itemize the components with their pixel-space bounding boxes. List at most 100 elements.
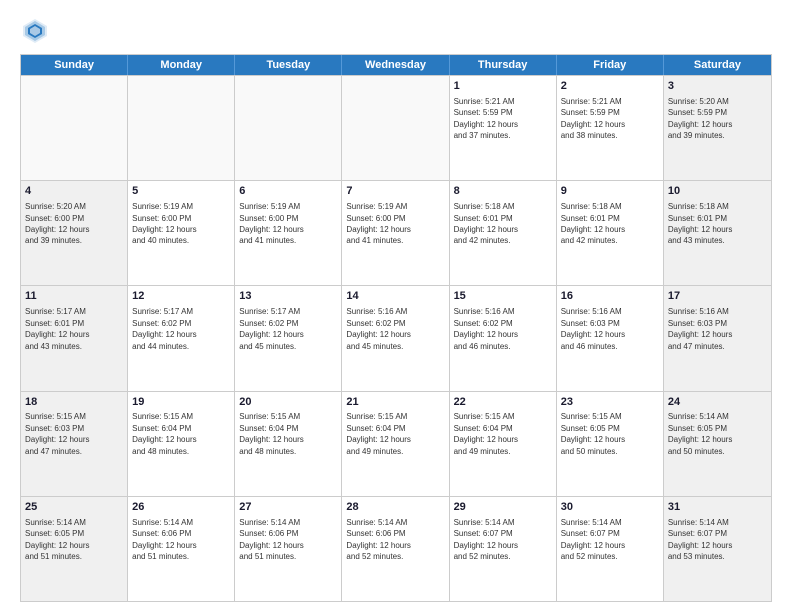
cal-cell: 23Sunrise: 5:15 AM Sunset: 6:05 PM Dayli… <box>557 392 664 496</box>
week-row-4: 18 Sunrise: 5:15 AM Sunset: 6:03 PM Dayli… <box>21 391 771 496</box>
logo <box>20 16 54 46</box>
cell-info: Sunrise: 5:17 AM Sunset: 6:02 PM Dayligh… <box>132 307 196 350</box>
weekday-header-wednesday: Wednesday <box>342 55 449 75</box>
day-number: 14 <box>346 289 444 304</box>
cell-info: Sunrise: 5:16 AM Sunset: 6:02 PM Dayligh… <box>346 307 410 350</box>
cal-cell: 19Sunrise: 5:15 AM Sunset: 6:04 PM Dayli… <box>128 392 235 496</box>
day-number: 5 <box>132 184 230 199</box>
cal-cell <box>21 76 128 180</box>
cell-info: Sunrise: 5:15 AM Sunset: 6:04 PM Dayligh… <box>454 412 518 455</box>
week-row-2: 4 Sunrise: 5:20 AM Sunset: 6:00 PM Daylig… <box>21 180 771 285</box>
page: SundayMondayTuesdayWednesdayThursdayFrid… <box>0 0 792 612</box>
day-number: 27 <box>239 500 337 515</box>
day-number: 6 <box>239 184 337 199</box>
week-row-3: 11Sunrise: 5:17 AM Sunset: 6:01 PM Dayli… <box>21 285 771 390</box>
cal-cell: 13 Sunrise: 5:17 AM Sunset: 6:02 PM Dayli… <box>235 286 342 390</box>
day-number: 21 <box>346 395 444 410</box>
cal-cell <box>342 76 449 180</box>
day-number: 17 <box>668 289 767 304</box>
day-number: 30 <box>561 500 659 515</box>
cell-info: Sunrise: 5:19 AM Sunset: 6:00 PM Dayligh… <box>132 202 196 245</box>
cal-cell: 18 Sunrise: 5:15 AM Sunset: 6:03 PM Dayli… <box>21 392 128 496</box>
weekday-header-tuesday: Tuesday <box>235 55 342 75</box>
cal-cell: 24 Sunrise: 5:14 AM Sunset: 6:05 PM Dayli… <box>664 392 771 496</box>
cal-cell: 5 Sunrise: 5:19 AM Sunset: 6:00 PM Daylig… <box>128 181 235 285</box>
day-number: 3 <box>668 79 767 94</box>
day-number: 28 <box>346 500 444 515</box>
cal-cell: 16 Sunrise: 5:16 AM Sunset: 6:03 PM Dayli… <box>557 286 664 390</box>
cal-cell: 9 Sunrise: 5:18 AM Sunset: 6:01 PM Daylig… <box>557 181 664 285</box>
day-number: 25 <box>25 500 123 515</box>
calendar: SundayMondayTuesdayWednesdayThursdayFrid… <box>20 54 772 602</box>
cal-cell: 6 Sunrise: 5:19 AM Sunset: 6:00 PM Daylig… <box>235 181 342 285</box>
day-number: 20 <box>239 395 337 410</box>
week-row-5: 25 Sunrise: 5:14 AM Sunset: 6:05 PM Dayli… <box>21 496 771 601</box>
day-number: 1 <box>454 79 552 94</box>
cal-cell: 29Sunrise: 5:14 AM Sunset: 6:07 PM Dayli… <box>450 497 557 601</box>
day-number: 10 <box>668 184 767 199</box>
cell-info: Sunrise: 5:14 AM Sunset: 6:07 PM Dayligh… <box>668 518 732 561</box>
cell-info: Sunrise: 5:14 AM Sunset: 6:06 PM Dayligh… <box>132 518 196 561</box>
cell-info: Sunrise: 5:17 AM Sunset: 6:01 PM Dayligh… <box>25 307 89 350</box>
cal-cell: 21Sunrise: 5:15 AM Sunset: 6:04 PM Dayli… <box>342 392 449 496</box>
cell-info: Sunrise: 5:21 AM Sunset: 5:59 PM Dayligh… <box>454 97 518 140</box>
cal-cell: 30 Sunrise: 5:14 AM Sunset: 6:07 PM Dayli… <box>557 497 664 601</box>
day-number: 8 <box>454 184 552 199</box>
header <box>20 16 772 46</box>
week-row-1: 1 Sunrise: 5:21 AM Sunset: 5:59 PM Daylig… <box>21 75 771 180</box>
weekday-header-friday: Friday <box>557 55 664 75</box>
day-number: 22 <box>454 395 552 410</box>
cal-cell <box>235 76 342 180</box>
day-number: 24 <box>668 395 767 410</box>
cal-cell: 4 Sunrise: 5:20 AM Sunset: 6:00 PM Daylig… <box>21 181 128 285</box>
cell-info: Sunrise: 5:18 AM Sunset: 6:01 PM Dayligh… <box>454 202 518 245</box>
cell-info: Sunrise: 5:18 AM Sunset: 6:01 PM Dayligh… <box>561 202 625 245</box>
day-number: 4 <box>25 184 123 199</box>
cell-info: Sunrise: 5:14 AM Sunset: 6:06 PM Dayligh… <box>346 518 410 561</box>
cell-info: Sunrise: 5:16 AM Sunset: 6:03 PM Dayligh… <box>561 307 625 350</box>
cell-info: Sunrise: 5:17 AM Sunset: 6:02 PM Dayligh… <box>239 307 303 350</box>
cal-cell: 20 Sunrise: 5:15 AM Sunset: 6:04 PM Dayli… <box>235 392 342 496</box>
cal-cell: 22 Sunrise: 5:15 AM Sunset: 6:04 PM Dayli… <box>450 392 557 496</box>
cell-info: Sunrise: 5:15 AM Sunset: 6:03 PM Dayligh… <box>25 412 89 455</box>
cal-cell: 15 Sunrise: 5:16 AM Sunset: 6:02 PM Dayli… <box>450 286 557 390</box>
weekday-header-monday: Monday <box>128 55 235 75</box>
cell-info: Sunrise: 5:14 AM Sunset: 6:07 PM Dayligh… <box>561 518 625 561</box>
weekday-header-sunday: Sunday <box>21 55 128 75</box>
cell-info: Sunrise: 5:14 AM Sunset: 6:06 PM Dayligh… <box>239 518 303 561</box>
calendar-header: SundayMondayTuesdayWednesdayThursdayFrid… <box>21 55 771 75</box>
cal-cell: 25 Sunrise: 5:14 AM Sunset: 6:05 PM Dayli… <box>21 497 128 601</box>
cal-cell: 10 Sunrise: 5:18 AM Sunset: 6:01 PM Dayli… <box>664 181 771 285</box>
calendar-body: 1 Sunrise: 5:21 AM Sunset: 5:59 PM Daylig… <box>21 75 771 601</box>
day-number: 15 <box>454 289 552 304</box>
day-number: 13 <box>239 289 337 304</box>
cal-cell: 3 Sunrise: 5:20 AM Sunset: 5:59 PM Daylig… <box>664 76 771 180</box>
cell-info: Sunrise: 5:20 AM Sunset: 5:59 PM Dayligh… <box>668 97 732 140</box>
day-number: 26 <box>132 500 230 515</box>
cell-info: Sunrise: 5:19 AM Sunset: 6:00 PM Dayligh… <box>239 202 303 245</box>
cell-info: Sunrise: 5:16 AM Sunset: 6:03 PM Dayligh… <box>668 307 732 350</box>
cal-cell: 17 Sunrise: 5:16 AM Sunset: 6:03 PM Dayli… <box>664 286 771 390</box>
day-number: 18 <box>25 395 123 410</box>
cell-info: Sunrise: 5:15 AM Sunset: 6:05 PM Dayligh… <box>561 412 625 455</box>
cell-info: Sunrise: 5:18 AM Sunset: 6:01 PM Dayligh… <box>668 202 732 245</box>
cal-cell: 14 Sunrise: 5:16 AM Sunset: 6:02 PM Dayli… <box>342 286 449 390</box>
cell-info: Sunrise: 5:14 AM Sunset: 6:05 PM Dayligh… <box>25 518 89 561</box>
cal-cell: 12 Sunrise: 5:17 AM Sunset: 6:02 PM Dayli… <box>128 286 235 390</box>
cal-cell <box>128 76 235 180</box>
cell-info: Sunrise: 5:20 AM Sunset: 6:00 PM Dayligh… <box>25 202 89 245</box>
cell-info: Sunrise: 5:14 AM Sunset: 6:05 PM Dayligh… <box>668 412 732 455</box>
cal-cell: 31Sunrise: 5:14 AM Sunset: 6:07 PM Dayli… <box>664 497 771 601</box>
day-number: 29 <box>454 500 552 515</box>
cell-info: Sunrise: 5:19 AM Sunset: 6:00 PM Dayligh… <box>346 202 410 245</box>
cell-info: Sunrise: 5:16 AM Sunset: 6:02 PM Dayligh… <box>454 307 518 350</box>
day-number: 16 <box>561 289 659 304</box>
cell-info: Sunrise: 5:15 AM Sunset: 6:04 PM Dayligh… <box>239 412 303 455</box>
cell-info: Sunrise: 5:15 AM Sunset: 6:04 PM Dayligh… <box>132 412 196 455</box>
cal-cell: 7Sunrise: 5:19 AM Sunset: 6:00 PM Daylig… <box>342 181 449 285</box>
weekday-header-thursday: Thursday <box>450 55 557 75</box>
cal-cell: 1 Sunrise: 5:21 AM Sunset: 5:59 PM Daylig… <box>450 76 557 180</box>
logo-icon <box>20 16 50 46</box>
day-number: 12 <box>132 289 230 304</box>
day-number: 9 <box>561 184 659 199</box>
